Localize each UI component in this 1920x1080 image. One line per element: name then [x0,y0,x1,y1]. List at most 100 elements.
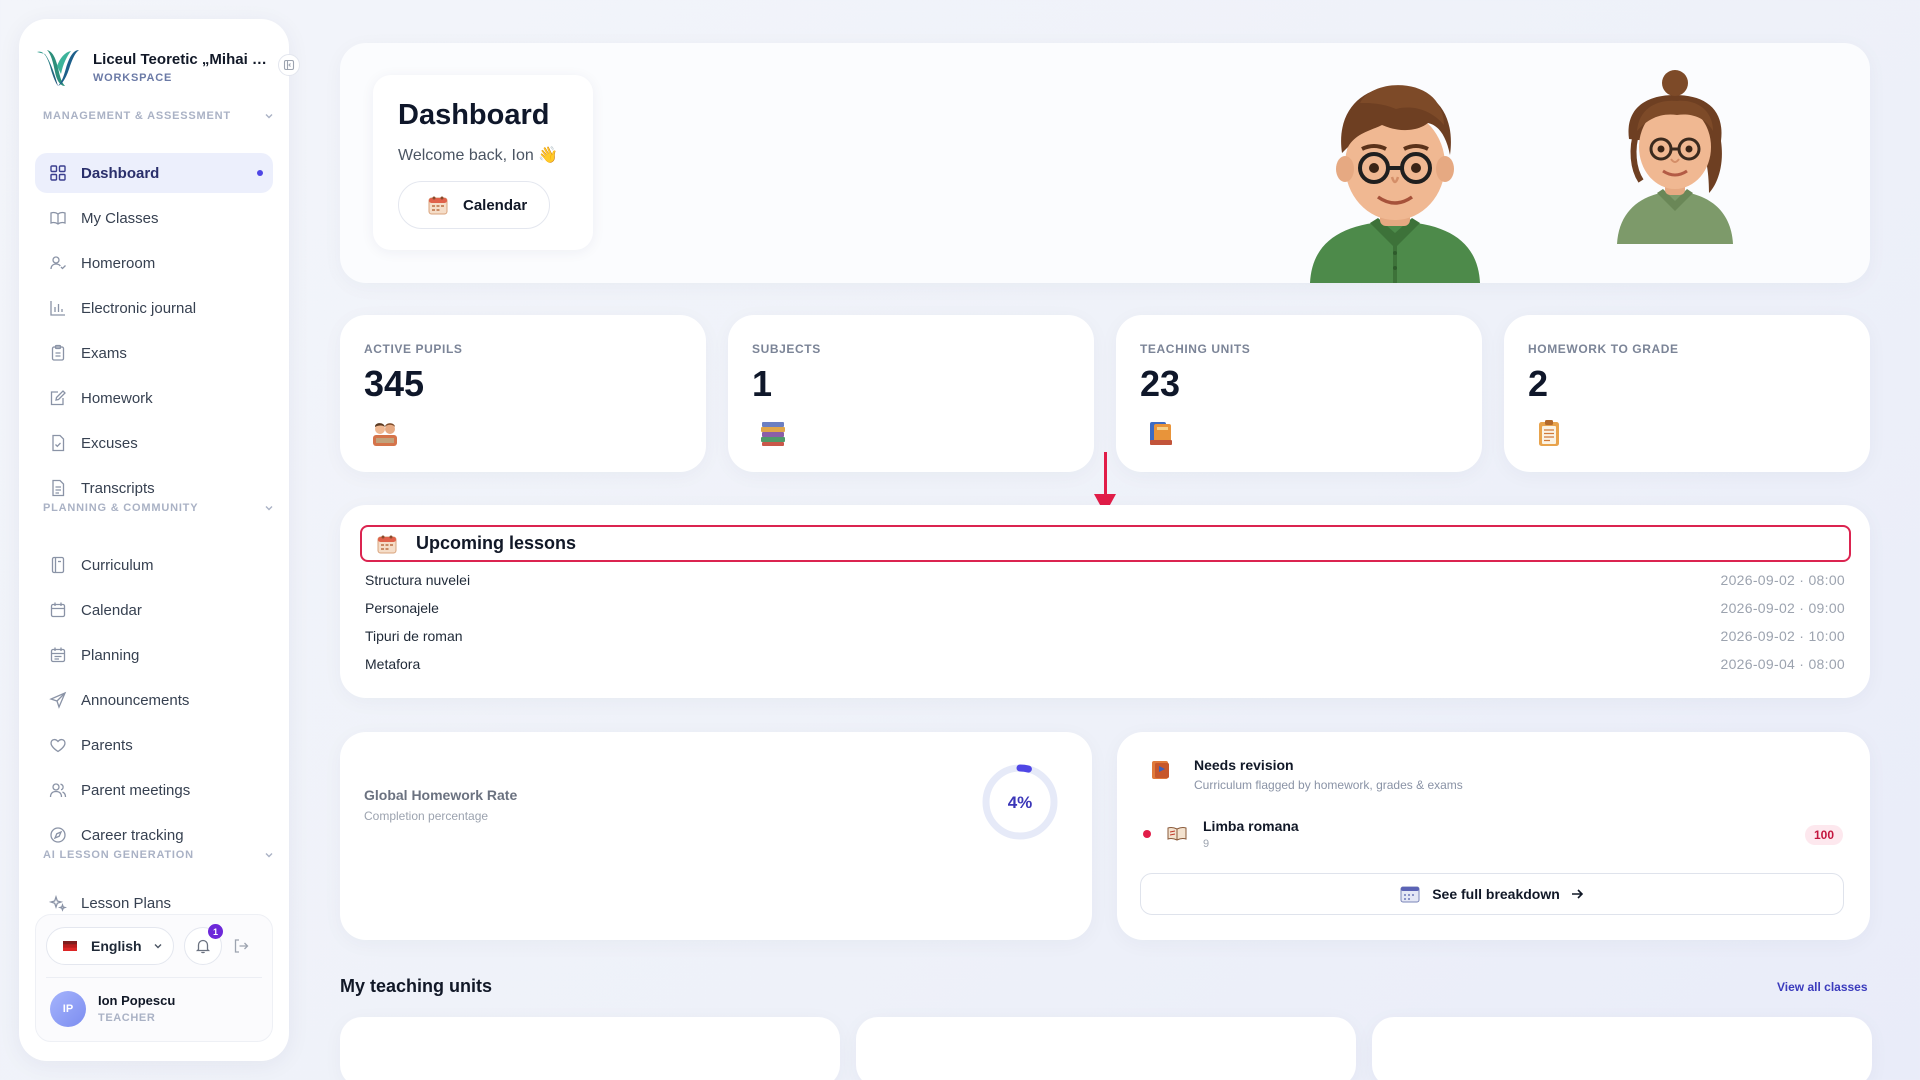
stat-label: HOMEWORK TO GRADE [1528,342,1679,356]
calendar-button[interactable]: Calendar [398,181,550,229]
workspace-label: WORKSPACE [93,71,173,84]
section-planning[interactable]: PLANNING & COMMUNITY [43,498,275,518]
sidebar-item-parent-meetings[interactable]: Parent meetings [35,770,273,810]
file-check-icon [52,434,65,452]
sidebar-item-label: Calendar [81,601,142,619]
flag-icon [63,941,77,951]
section-title: Upcoming lessons [416,533,577,553]
sidebar-item-dashboard[interactable]: Dashboard [35,153,273,193]
teaching-unit-card[interactable] [856,1017,1356,1080]
calendar-button-label: Calendar [463,196,528,214]
button-label: See full breakdown [1432,886,1560,902]
section-ai-lesson-generation[interactable]: AI LESSON GENERATION [43,845,275,865]
revision-item-grade: 9 [1203,838,1210,850]
stat-card-teaching-units[interactable]: TEACHING UNITS 23 [1116,315,1482,472]
arrow-right-icon [1571,889,1583,899]
sidebar-item-announcements[interactable]: Announcements [35,680,273,720]
compass-icon [50,827,66,843]
lesson-item[interactable]: Tipuri de roman 2026-09-02 · 10:00 [365,625,1845,647]
user-role: TEACHER [98,1012,156,1024]
sidebar-item-label: Curriculum [81,556,154,574]
bell-icon [195,939,211,954]
logout-icon[interactable] [232,937,250,955]
notifications-button[interactable]: 1 [184,924,223,965]
stat-label: ACTIVE PUPILS [364,342,463,356]
lesson-item[interactable]: Structura nuvelei 2026-09-02 · 08:00 [365,569,1845,591]
sidebar-item-exams[interactable]: Exams [35,333,273,373]
sidebar-toggle-icon [283,59,295,71]
workspace-header[interactable]: Liceul Teoretic „Mihai Emi... WORKSPACE [33,37,275,97]
lesson-time: 2026-09-02 · 09:00 [1720,600,1845,616]
books-icon [1150,422,1172,445]
stat-value: 23 [1140,363,1181,404]
lesson-name: Metafora [365,656,421,672]
sidebar-footer: English 1 IP Ion Popescu TEACHER [35,914,273,1042]
sidebar-item-homeroom[interactable]: Homeroom [35,243,273,283]
edit-note-icon [50,390,66,406]
notebook-icon [51,556,65,574]
bar-chart-icon [50,301,65,316]
chevron-down-icon [265,853,273,858]
open-book-icon [1167,826,1187,841]
lesson-time: 2026-09-02 · 08:00 [1720,572,1845,588]
book-flag-icon [1152,761,1169,779]
revision-item-name[interactable]: Limba romana [1203,818,1299,834]
sidebar-item-curriculum[interactable]: Curriculum [35,545,273,585]
grid-icon [50,165,66,181]
teacher-male-illustration [1310,85,1480,283]
section-management[interactable]: MANAGEMENT & ASSESSMENT [43,106,275,126]
calendar-emoji-icon [428,196,448,215]
stat-value: 1 [752,363,773,404]
sidebar-item-calendar[interactable]: Calendar [35,590,273,630]
stat-card-homework-to-grade[interactable]: HOMEWORK TO GRADE 2 [1504,315,1870,472]
clipboard-icon [51,344,65,361]
progress-ring-label: 4% [1008,793,1033,812]
homework-rate-subtitle: Completion percentage [364,809,489,823]
view-all-classes-link[interactable]: View all classes [1777,980,1868,994]
user-name: Ion Popescu [98,993,176,1008]
score-badge: 100 [1805,825,1844,845]
users-icon [49,783,67,798]
teaching-unit-card[interactable] [340,1017,840,1080]
clipboard-emoji-icon [1539,420,1559,446]
collapse-sidebar-button[interactable] [278,54,300,76]
sidebar-item-planning[interactable]: Planning [35,635,273,675]
avatar[interactable]: IP [50,991,86,1027]
calendar-chart-icon [1400,886,1420,903]
pupils-emoji-icon [373,423,397,446]
upcoming-lessons-header[interactable]: Upcoming lessons [360,525,1851,562]
active-indicator [257,170,263,176]
sidebar-item-label: Transcripts [81,479,155,497]
page-title: Dashboard [398,99,550,131]
section-title: PLANNING & COMMUNITY [43,502,199,514]
progress-ring: 4% [982,764,1058,840]
sidebar-item-label: Career tracking [81,826,184,844]
see-full-breakdown-button[interactable]: See full breakdown [1140,873,1844,915]
lesson-item[interactable]: Metafora 2026-09-04 · 08:00 [365,653,1845,675]
lesson-item[interactable]: Personajele 2026-09-02 · 09:00 [365,597,1845,619]
sidebar-item-lesson-plans[interactable]: Lesson Plans [35,889,273,913]
sidebar-item-parents[interactable]: Parents [35,725,273,765]
lesson-name: Tipuri de roman [365,628,463,644]
language-selector[interactable]: English [46,927,174,965]
stat-card-active-pupils[interactable]: ACTIVE PUPILS 345 [340,315,706,472]
lesson-time: 2026-09-02 · 10:00 [1720,628,1845,644]
sidebar-item-excuses[interactable]: Excuses [35,423,273,463]
sidebar-item-label: Dashboard [81,164,160,182]
lesson-name: Personajele [365,600,439,616]
stat-card-subjects[interactable]: SUBJECTS 1 [728,315,1094,472]
needs-revision-subtitle: Curriculum flagged by homework, grades &… [1194,778,1463,792]
sidebar-item-label: Parent meetings [81,781,191,799]
sidebar-item-my-classes[interactable]: My Classes [35,198,273,238]
sidebar-item-label: Electronic journal [81,299,197,317]
teaching-unit-card[interactable] [1372,1017,1872,1080]
books-stack-icon [761,422,785,446]
sidebar-item-electronic-journal[interactable]: Electronic journal [35,288,273,328]
lesson-name: Structura nuvelei [365,572,471,588]
needs-revision-title: Needs revision [1194,757,1294,773]
welcome-card: Dashboard Welcome back, Ion 👋 Calendar [373,75,593,250]
sidebar-item-homework[interactable]: Homework [35,378,273,418]
chevron-down-icon [154,944,162,949]
stat-value: 345 [364,363,425,404]
section-title: MANAGEMENT & ASSESSMENT [43,110,231,122]
